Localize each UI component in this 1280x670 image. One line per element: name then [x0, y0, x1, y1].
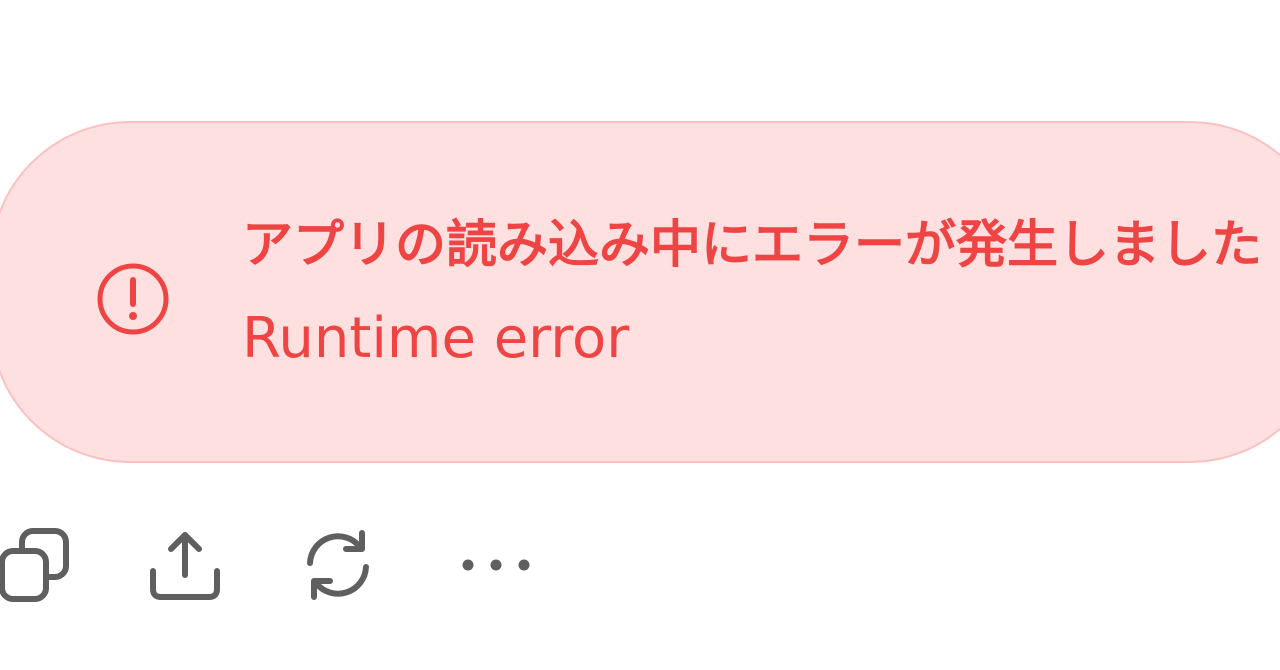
share-button[interactable]: [145, 525, 225, 605]
refresh-button[interactable]: [298, 525, 378, 605]
copy-button[interactable]: [0, 525, 74, 605]
error-title: アプリの読み込み中にエラーが発生しました: [242, 216, 1263, 275]
refresh-icon: [307, 530, 369, 600]
error-banner: [0, 121, 1280, 463]
copy-icon: [0, 528, 69, 602]
chat-message-area: アプリの読み込み中にエラーが発生しました Runtime error: [0, 0, 1280, 670]
share-icon: [150, 532, 220, 600]
message-actions: [0, 525, 600, 605]
more-horizontal-icon: [462, 559, 530, 571]
alert-circle-icon: [95, 261, 171, 337]
more-button[interactable]: [456, 525, 536, 605]
error-detail: Runtime error: [242, 306, 630, 371]
